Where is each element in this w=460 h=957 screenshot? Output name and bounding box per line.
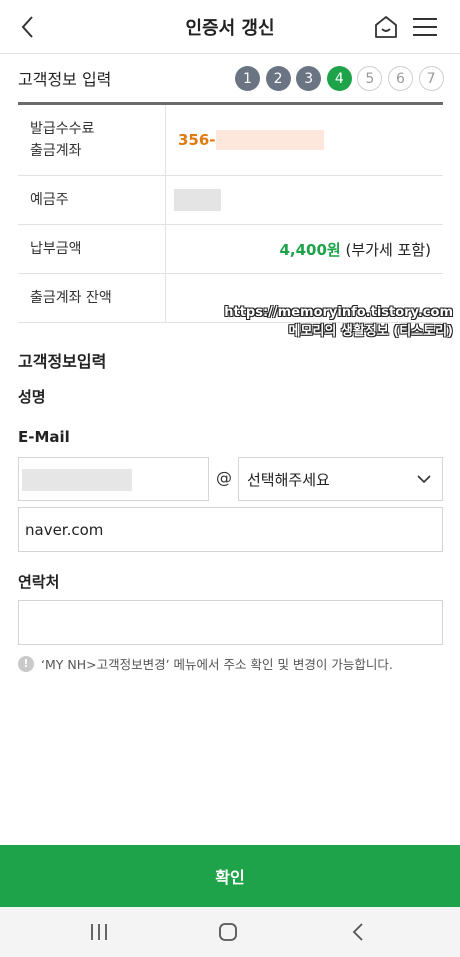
system-nav-bar <box>0 907 460 957</box>
holder-mask <box>174 189 221 211</box>
exclamation-circle-icon: ! <box>18 655 34 672</box>
account-holder-value <box>166 176 443 224</box>
back-icon[interactable] <box>348 921 368 943</box>
confirm-button[interactable]: 확인 <box>0 845 460 907</box>
fee-account-value: 356- <box>166 105 443 175</box>
fee-label-line2: 출금계좌 <box>30 143 82 159</box>
fee-label-line1: 발급수수료 <box>30 121 95 137</box>
watermark-blog-name: 메모리의 생활정보 (티스토리) <box>288 324 453 339</box>
domain-select-value: 선택해주세요 <box>247 471 330 489</box>
notice: ! ‘MY NH>고객정보변경’ 메뉴에서 주소 확인 및 변경이 가능합니다. <box>18 654 393 673</box>
payment-amount-text: 4,400원 (부가세 포함) <box>279 239 431 260</box>
email-domain-field[interactable]: naver.com <box>18 507 443 552</box>
step-5: 5 <box>357 66 383 91</box>
email-id-field[interactable] <box>18 457 209 501</box>
step-title: 고객정보 입력 <box>18 70 112 89</box>
phone-field[interactable] <box>18 600 443 645</box>
account-holder-label: 예금주 <box>18 176 166 224</box>
email-label: E-Mail <box>18 428 70 446</box>
table-row: 발급수수료 출금계좌 356- <box>18 105 443 176</box>
table-row: 납부금액 4,400원 (부가세 포함) <box>18 225 443 274</box>
home-square-icon[interactable] <box>218 922 238 942</box>
account-number: 356- <box>178 131 216 149</box>
watermark: https://memoryinfo.tistory.com 메모리의 생활정보… <box>213 304 453 340</box>
email-domain-select[interactable]: 선택해주세요 <box>238 457 443 501</box>
account-mask <box>215 130 324 150</box>
app-header: 인증서 갱신 <box>0 0 460 54</box>
home-button[interactable] <box>372 13 400 41</box>
table-row: 예금주 <box>18 176 443 225</box>
step-3: 3 <box>296 66 322 91</box>
menu-button[interactable] <box>411 13 439 41</box>
email-id-mask <box>22 469 132 491</box>
step-indicator: 1 2 3 4 5 6 7 <box>235 66 449 91</box>
payment-amount-value: 4,400원 (부가세 포함) <box>166 225 443 273</box>
at-sign: @ <box>216 468 232 487</box>
chevron-down-icon <box>417 475 431 484</box>
step-7: 7 <box>418 66 444 91</box>
phone-label: 연락처 <box>18 573 60 591</box>
step-6: 6 <box>387 66 413 91</box>
notice-text: ‘MY NH>고객정보변경’ 메뉴에서 주소 확인 및 변경이 가능합니다. <box>41 657 393 672</box>
home-icon <box>375 16 397 38</box>
name-label: 성명 <box>18 388 46 406</box>
recent-apps-icon[interactable] <box>89 923 109 941</box>
vat-note: (부가세 포함) <box>345 240 431 259</box>
fee-amount: 4,400원 <box>279 240 341 259</box>
payment-info-table: 발급수수료 출금계좌 356- 예금주 납부금액 4,400원 (부가세 포함)… <box>18 102 443 323</box>
fee-account-label: 발급수수료 출금계좌 <box>18 105 166 175</box>
customer-info-heading: 고객정보입력 <box>18 352 107 371</box>
hamburger-menu-icon <box>413 18 437 36</box>
step-1: 1 <box>235 66 260 91</box>
balance-label: 출금계좌 잔액 <box>18 274 166 322</box>
step-4: 4 <box>326 66 352 91</box>
payment-amount-label: 납부금액 <box>18 225 166 273</box>
step-2: 2 <box>265 66 291 91</box>
watermark-url: https://memoryinfo.tistory.com <box>224 305 453 320</box>
